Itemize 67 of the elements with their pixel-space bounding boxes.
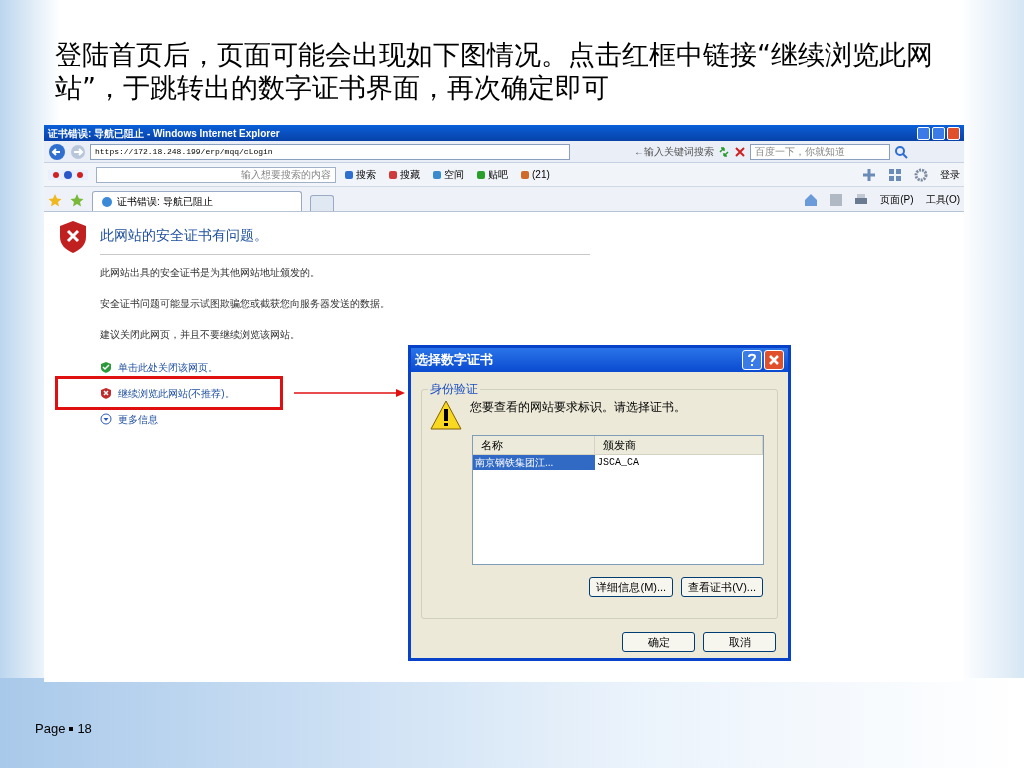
address-field[interactable]: https://172.18.248.199/erp/mqq/cLogin: [90, 143, 570, 160]
address-text: https://172.18.248.199/erp/mqq/cLogin: [95, 145, 273, 158]
back-icon[interactable]: [48, 142, 66, 161]
toolbar-icon: [432, 169, 442, 180]
link-text[interactable]: 更多信息: [118, 411, 158, 427]
toolbar-button[interactable]: 空间: [432, 167, 464, 182]
dialog-message: 您要查看的网站要求标识。请选择证书。: [470, 399, 686, 416]
toolbar-button[interactable]: 贴吧: [476, 167, 508, 182]
settings-icon[interactable]: [914, 167, 928, 182]
close-icon: [768, 354, 780, 366]
page-icon: [101, 195, 113, 208]
error-shield-icon: [58, 220, 88, 254]
restore-button[interactable]: [932, 126, 945, 140]
slide-title: 登陆首页后，页面可能会出现如下图情况。点击红框中链接“继续浏览此网站”，于跳转出的数字证书界面，再次确定即可: [55, 38, 934, 104]
new-tab-button[interactable]: [310, 195, 334, 211]
minimize-button[interactable]: [917, 126, 930, 140]
page-label: Page: [35, 720, 66, 738]
browser-tab[interactable]: 证书错误: 导航已阻止: [92, 191, 302, 211]
chevron-down-icon: [100, 412, 112, 426]
paragraph-text: 建议关闭此网页，并且不要继续浏览该网站。: [100, 328, 301, 342]
feed-icon[interactable]: [830, 193, 843, 206]
shield-check-icon: [100, 360, 112, 374]
list-cell[interactable]: 南京钢铁集团江...: [473, 455, 595, 470]
toolbar-icon: [388, 169, 398, 180]
close-button[interactable]: [947, 126, 960, 140]
column-header[interactable]: 名称: [473, 436, 595, 454]
group-label: 身份验证: [428, 380, 480, 398]
warning-icon: [430, 400, 462, 430]
toolbar-button[interactable]: (21): [520, 167, 550, 182]
command-button[interactable]: 工具(O): [925, 192, 960, 207]
bullet-mark: [69, 726, 74, 731]
toolbar-button[interactable]: 搜索: [344, 167, 376, 182]
shield-x-icon: [100, 386, 112, 400]
refresh-icon[interactable]: [718, 145, 730, 158]
help-icon: [747, 353, 757, 367]
help-button[interactable]: [742, 350, 762, 370]
dialog-button[interactable]: 取消: [703, 632, 776, 652]
star-icon[interactable]: [48, 193, 62, 207]
column-header[interactable]: 颁发商: [595, 436, 763, 454]
grid-icon[interactable]: [888, 167, 902, 182]
home-icon[interactable]: [804, 192, 819, 207]
window-title: 证书错误: 导航已阻止 - Windows Internet Explorer: [48, 126, 280, 141]
paragraph-text: 安全证书问题可能显示试图欺骗您或截获您向服务器发送的数据。: [100, 297, 390, 311]
toolbar-icon: [344, 169, 354, 180]
dialog-title: 选择数字证书: [415, 351, 493, 370]
login-button[interactable]: 登录: [940, 167, 960, 182]
stop-icon[interactable]: [734, 145, 746, 158]
plus-icon[interactable]: [862, 167, 876, 182]
dialog-button[interactable]: 确定: [622, 632, 695, 652]
search-icon[interactable]: [894, 144, 908, 159]
toolbar-button[interactable]: 搜藏: [388, 167, 420, 182]
print-icon[interactable]: [854, 193, 869, 206]
link-text[interactable]: 继续浏览此网站(不推荐)。: [118, 385, 235, 401]
toolbar-icon: [476, 169, 486, 180]
dialog-button[interactable]: 详细信息(M)...: [589, 577, 674, 597]
toolbar-icon: [520, 169, 530, 180]
close-button[interactable]: [764, 350, 784, 370]
paragraph-text: 此网站出具的安全证书是为其他网站地址颁发的。: [100, 266, 321, 280]
page-number: 18: [77, 720, 92, 738]
dialog-button[interactable]: 查看证书(V)...: [681, 577, 763, 597]
search-hint: ←输入关键词搜索: [634, 145, 714, 159]
list-cell[interactable]: JSCA_CA: [595, 455, 763, 470]
add-favorite-icon[interactable]: [70, 193, 84, 207]
command-button[interactable]: 页面(P): [880, 192, 914, 207]
link-text[interactable]: 单击此处关闭该网页。: [118, 359, 218, 375]
search-input[interactable]: 输入想要搜索的内容: [96, 166, 336, 183]
error-heading: 此网站的安全证书有问题。: [100, 226, 268, 245]
